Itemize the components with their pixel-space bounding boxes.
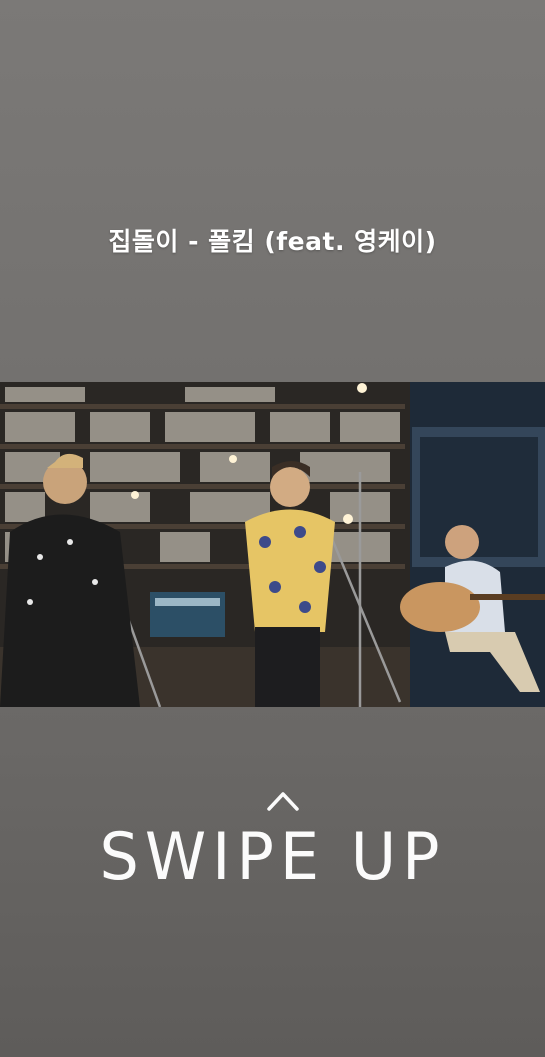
swipe-up-prompt[interactable]: SWIPE UP [0,790,545,910]
swipe-up-label: SWIPE UP [99,818,446,895]
performance-video-still [0,382,545,707]
video-frame[interactable] [0,382,545,707]
story-title: 집돌이 - 폴킴 (feat. 영케이) [108,227,437,256]
chevron-up-icon [267,792,299,811]
